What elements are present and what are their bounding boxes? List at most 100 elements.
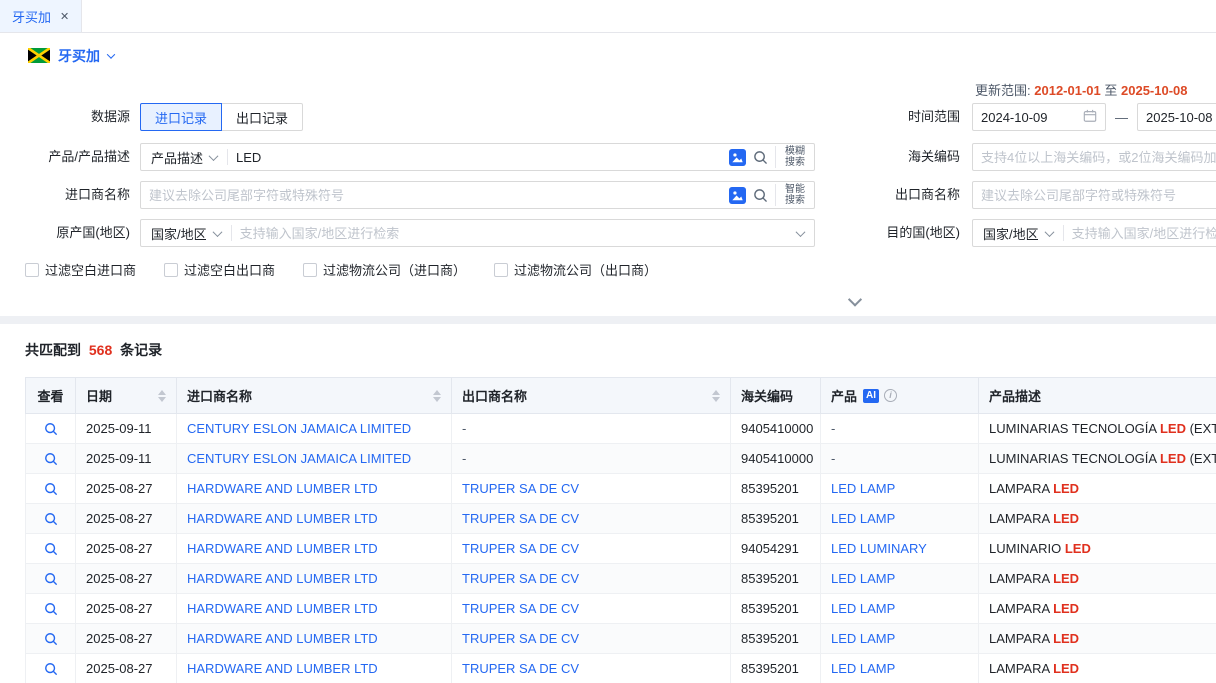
chevron-down-icon[interactable]: [107, 50, 115, 58]
product-link[interactable]: LED LAMP: [831, 511, 895, 526]
smart-search-button[interactable]: 智能 搜索: [775, 184, 814, 206]
collapse-toggle[interactable]: [838, 290, 872, 313]
view-detail-button[interactable]: [44, 482, 58, 496]
product-link[interactable]: LED LAMP: [831, 571, 895, 586]
importer-link[interactable]: HARDWARE AND LUMBER LTD: [187, 571, 378, 586]
date-to-value[interactable]: [1138, 104, 1216, 130]
exporter-link[interactable]: TRUPER SA DE CV: [462, 481, 579, 496]
cell-product: -: [821, 444, 979, 474]
tab-jamaica[interactable]: 牙买加 ✕: [0, 0, 82, 32]
cell-hs-code: 9405410000: [731, 444, 821, 474]
product-link[interactable]: LED LAMP: [831, 661, 895, 676]
origin-select[interactable]: 国家/地区: [141, 224, 231, 243]
image-search-icon[interactable]: [729, 187, 746, 204]
cell-description: LUMINARIAS TECNOLOGÍA LED (EXT: [979, 444, 1216, 474]
importer-link[interactable]: CENTURY ESLON JAMAICA LIMITED: [187, 451, 411, 466]
importer-link[interactable]: CENTURY ESLON JAMAICA LIMITED: [187, 421, 411, 436]
cell-date: 2025-08-27: [76, 564, 177, 594]
view-detail-button[interactable]: [44, 662, 58, 676]
sort-icon[interactable]: [712, 390, 720, 402]
cell-importer: HARDWARE AND LUMBER LTD: [177, 504, 452, 534]
importer-link[interactable]: HARDWARE AND LUMBER LTD: [187, 601, 378, 616]
view-detail-button[interactable]: [44, 512, 58, 526]
description-text: LAMPARA: [989, 631, 1053, 646]
date-to-input[interactable]: [1137, 103, 1216, 131]
exporter-link[interactable]: TRUPER SA DE CV: [462, 601, 579, 616]
cell-product: LED LAMP: [821, 654, 979, 683]
view-detail-button[interactable]: [44, 602, 58, 616]
country-name[interactable]: 牙买加: [58, 46, 100, 66]
cell-importer: HARDWARE AND LUMBER LTD: [177, 654, 452, 683]
date-from-value[interactable]: [973, 104, 1083, 130]
destination-input[interactable]: [1064, 220, 1216, 246]
checkbox-label: 过滤物流公司（进口商）: [323, 260, 466, 279]
checkbox-box[interactable]: [164, 263, 178, 277]
info-icon[interactable]: i: [884, 389, 897, 402]
column-header-1[interactable]: 日期: [76, 378, 177, 414]
cell-view: [26, 534, 76, 564]
exporter-link[interactable]: TRUPER SA DE CV: [462, 511, 579, 526]
cell-view: [26, 504, 76, 534]
importer-input[interactable]: [141, 182, 729, 208]
column-header-2[interactable]: 进口商名称: [177, 378, 452, 414]
importer-link[interactable]: HARDWARE AND LUMBER LTD: [187, 541, 378, 556]
fuzzy-search-button[interactable]: 模糊 搜索: [775, 146, 814, 168]
cell-product: -: [821, 414, 979, 444]
column-label: 日期: [86, 386, 112, 405]
importer-link[interactable]: HARDWARE AND LUMBER LTD: [187, 631, 378, 646]
view-detail-button[interactable]: [44, 542, 58, 556]
view-detail-button[interactable]: [44, 632, 58, 646]
product-field-select[interactable]: 产品描述: [141, 148, 227, 167]
origin-input[interactable]: [232, 220, 797, 246]
filter-checkbox-0[interactable]: 过滤空白进口商: [25, 260, 136, 279]
exporter-link[interactable]: TRUPER SA DE CV: [462, 541, 579, 556]
hs-code-field[interactable]: [972, 143, 1216, 171]
checkbox-box[interactable]: [303, 263, 317, 277]
importer-link[interactable]: HARDWARE AND LUMBER LTD: [187, 661, 378, 676]
chevron-down-icon: [848, 293, 862, 307]
filter-checkbox-3[interactable]: 过滤物流公司（出口商）: [494, 260, 657, 279]
view-detail-button[interactable]: [44, 422, 58, 436]
exporter-input[interactable]: [973, 182, 1216, 208]
update-range-from: 2012-01-01: [1034, 83, 1101, 98]
country-header: 牙买加: [0, 33, 1216, 78]
cell-description: LUMINARIO LED: [979, 534, 1216, 564]
destination-select[interactable]: 国家/地区: [973, 224, 1063, 243]
product-link[interactable]: LED LAMP: [831, 481, 895, 496]
results-table: 查看日期进口商名称出口商名称海关编码产品AIi产品描述 2025-09-11CE…: [25, 377, 1216, 683]
checkbox-box[interactable]: [494, 263, 508, 277]
cell-exporter: TRUPER SA DE CV: [452, 504, 731, 534]
column-header-3[interactable]: 出口商名称: [452, 378, 731, 414]
empty-value: -: [831, 451, 835, 466]
hs-code-input[interactable]: [973, 144, 1216, 170]
close-icon[interactable]: ✕: [60, 10, 69, 23]
exporter-link[interactable]: TRUPER SA DE CV: [462, 661, 579, 676]
date-from-input[interactable]: [972, 103, 1106, 131]
product-link[interactable]: LED LUMINARY: [831, 541, 927, 556]
source-option-0[interactable]: 进口记录: [140, 103, 222, 131]
search-icon[interactable]: [753, 188, 768, 203]
search-icon[interactable]: [753, 150, 768, 165]
filter-checkbox-2[interactable]: 过滤物流公司（进口商）: [303, 260, 466, 279]
importer-link[interactable]: HARDWARE AND LUMBER LTD: [187, 511, 378, 526]
filter-checkbox-1[interactable]: 过滤空白出口商: [164, 260, 275, 279]
cell-description: LAMPARA LED: [979, 474, 1216, 504]
view-detail-button[interactable]: [44, 452, 58, 466]
exporter-field[interactable]: [972, 181, 1216, 209]
sort-icon[interactable]: [158, 390, 166, 402]
table-row: 2025-09-11CENTURY ESLON JAMAICA LIMITED-…: [26, 414, 1216, 444]
source-option-1[interactable]: 出口记录: [221, 103, 303, 131]
image-search-icon[interactable]: [729, 149, 746, 166]
origin-select-value: 国家/地区: [151, 224, 207, 243]
cell-date: 2025-08-27: [76, 624, 177, 654]
exporter-link[interactable]: TRUPER SA DE CV: [462, 631, 579, 646]
view-detail-button[interactable]: [44, 572, 58, 586]
checkbox-box[interactable]: [25, 263, 39, 277]
product-input[interactable]: [228, 144, 729, 170]
product-link[interactable]: LED LAMP: [831, 631, 895, 646]
exporter-link[interactable]: TRUPER SA DE CV: [462, 571, 579, 586]
importer-link[interactable]: HARDWARE AND LUMBER LTD: [187, 481, 378, 496]
sort-icon[interactable]: [433, 390, 441, 402]
product-link[interactable]: LED LAMP: [831, 601, 895, 616]
calendar-icon[interactable]: [1083, 109, 1097, 126]
